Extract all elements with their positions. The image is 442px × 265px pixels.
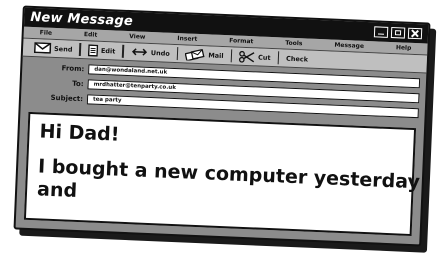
to-label: To:: [72, 79, 84, 89]
envelope-icon: [33, 42, 52, 54]
menu-view[interactable]: View: [127, 33, 147, 41]
double-arrow-icon: [131, 47, 148, 57]
close-icon[interactable]: [407, 27, 423, 40]
mail-stack-icon: [185, 48, 205, 61]
window-controls: [373, 26, 423, 40]
send-label: Send: [53, 44, 73, 54]
undo-label: Undo: [150, 48, 171, 58]
document-icon: [87, 43, 99, 57]
email-window: New Message File Edit View Insert Format…: [13, 5, 437, 253]
scissors-icon: [239, 50, 255, 63]
cut-button[interactable]: Cut: [232, 49, 278, 64]
window-frame: New Message File Edit View Insert Format…: [13, 5, 431, 247]
window-title: New Message: [30, 9, 134, 30]
page: New Message File Edit View Insert Format…: [0, 0, 442, 265]
minimize-icon[interactable]: [373, 26, 389, 38]
cut-label: Cut: [257, 52, 271, 62]
maximize-icon[interactable]: [390, 27, 406, 39]
mail-button[interactable]: Mail: [178, 47, 231, 62]
menu-file[interactable]: File: [38, 29, 55, 37]
menu-message[interactable]: Message: [332, 42, 366, 50]
subject-label: Subject:: [50, 93, 84, 104]
check-label: Check: [285, 54, 309, 64]
send-button[interactable]: Send: [27, 41, 80, 56]
check-button[interactable]: Check: [279, 51, 315, 65]
message-body[interactable]: Hi Dad! I bought a new computer yesterda…: [23, 111, 420, 237]
mail-label: Mail: [208, 50, 224, 60]
menu-help[interactable]: Help: [394, 44, 414, 52]
from-label: From:: [61, 64, 85, 74]
menu-tools[interactable]: Tools: [283, 39, 304, 48]
edit-label: Edit: [100, 46, 116, 55]
undo-button[interactable]: Undo: [124, 45, 178, 60]
edit-button[interactable]: Edit: [81, 43, 123, 58]
menu-format[interactable]: Format: [227, 37, 255, 45]
menu-edit[interactable]: Edit: [82, 31, 100, 39]
menu-insert[interactable]: Insert: [175, 35, 199, 43]
